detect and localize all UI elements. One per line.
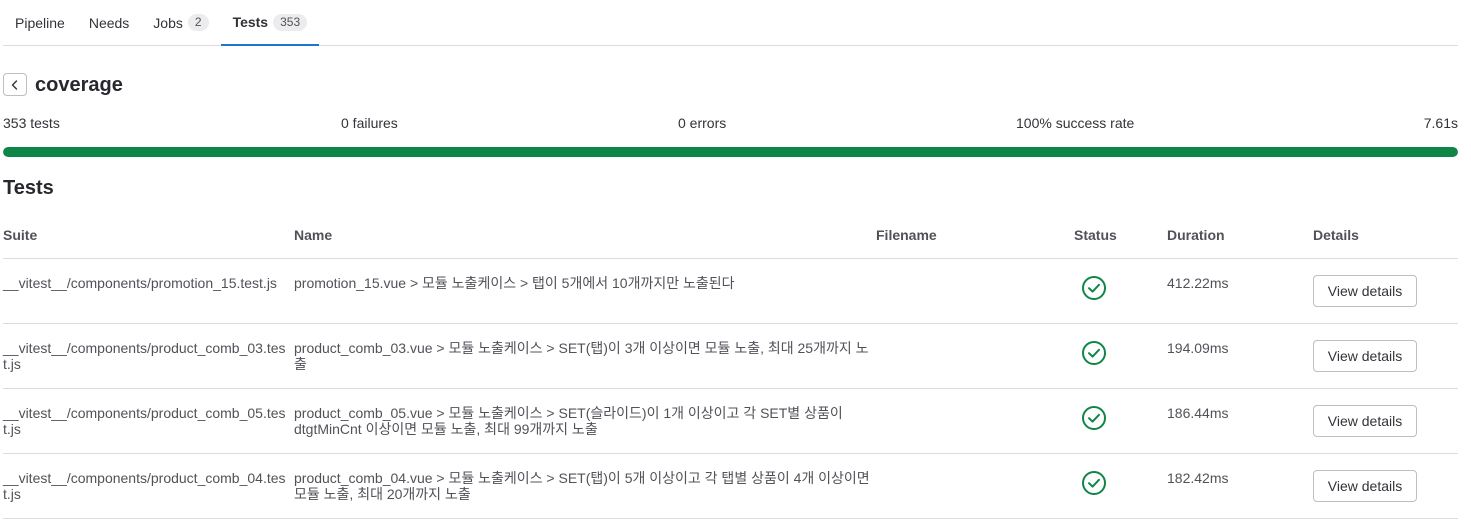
duration-cell: 186.44ms bbox=[1167, 405, 1229, 421]
total-duration: 7.61s bbox=[1423, 115, 1458, 131]
pipeline-tabs: Pipeline Needs Jobs 2 Tests 353 bbox=[3, 0, 1458, 46]
duration-cell: 412.22ms bbox=[1167, 275, 1229, 291]
success-icon bbox=[1082, 406, 1106, 430]
header-duration: Duration bbox=[1167, 227, 1225, 243]
table-row: __vitest__/components/promotion_15.test.… bbox=[3, 259, 1458, 324]
chevron-left-icon bbox=[11, 79, 18, 90]
success-icon bbox=[1082, 341, 1106, 365]
header-suite: Suite bbox=[3, 227, 38, 243]
progress-fill bbox=[3, 147, 1458, 157]
success-icon bbox=[1082, 471, 1106, 495]
suite-title: coverage bbox=[35, 74, 123, 96]
table-row: __vitest__/components/product_comb_03.te… bbox=[3, 324, 1458, 389]
duration-cell: 182.42ms bbox=[1167, 470, 1229, 486]
total-tests: 353 tests bbox=[3, 115, 60, 131]
tests-heading: Tests bbox=[3, 177, 54, 199]
tab-label: Needs bbox=[88, 14, 130, 31]
name-cell: product_comb_05.vue > 모듈 노출케이스 > SET(슬라이… bbox=[294, 405, 843, 437]
tab-label: Jobs bbox=[153, 14, 183, 31]
tab-label: Pipeline bbox=[15, 14, 65, 31]
errors-count: 0 errors bbox=[678, 115, 727, 131]
table-row: __vitest__/components/product_comb_05.te… bbox=[3, 389, 1458, 454]
header-filename: Filename bbox=[876, 227, 937, 243]
view-details-button[interactable]: View details bbox=[1313, 470, 1417, 502]
suite-cell: __vitest__/components/promotion_15.test.… bbox=[3, 275, 277, 291]
header-details: Details bbox=[1313, 227, 1359, 243]
duration-cell: 194.09ms bbox=[1167, 340, 1229, 356]
success-rate: 100% success rate bbox=[1016, 115, 1135, 131]
view-details-button[interactable]: View details bbox=[1313, 405, 1417, 437]
table-row: __vitest__/components/product_comb_04.te… bbox=[3, 454, 1458, 519]
success-progress-bar bbox=[3, 147, 1458, 157]
suite-cell: __vitest__/components/product_comb_05.te… bbox=[3, 405, 286, 437]
header-name: Name bbox=[294, 227, 333, 243]
count-badge: 353 bbox=[273, 13, 308, 31]
tab-jobs[interactable]: Jobs 2 bbox=[141, 0, 220, 45]
header-status: Status bbox=[1074, 227, 1117, 243]
tab-needs[interactable]: Needs bbox=[77, 0, 141, 45]
back-button[interactable] bbox=[3, 73, 27, 96]
tab-pipeline[interactable]: Pipeline bbox=[3, 0, 77, 45]
suite-cell: __vitest__/components/product_comb_03.te… bbox=[3, 340, 286, 372]
name-cell: product_comb_04.vue > 모듈 노출케이스 > SET(탭)이… bbox=[294, 470, 870, 502]
suite-cell: __vitest__/components/product_comb_04.te… bbox=[3, 470, 286, 502]
tab-tests[interactable]: Tests 353 bbox=[220, 0, 320, 46]
count-badge: 2 bbox=[187, 14, 209, 31]
tab-label: Tests bbox=[232, 14, 269, 30]
view-details-button[interactable]: View details bbox=[1313, 340, 1417, 372]
success-icon bbox=[1082, 276, 1106, 300]
table-header: Suite Name Filename Status Duration Deta… bbox=[3, 214, 1458, 259]
view-details-button[interactable]: View details bbox=[1313, 275, 1417, 307]
name-cell: product_comb_03.vue > 모듈 노출케이스 > SET(탭)이… bbox=[294, 340, 869, 372]
failures-count: 0 failures bbox=[341, 115, 398, 131]
name-cell: promotion_15.vue > 모듈 노출케이스 > 탭이 5개에서 10… bbox=[294, 275, 735, 291]
